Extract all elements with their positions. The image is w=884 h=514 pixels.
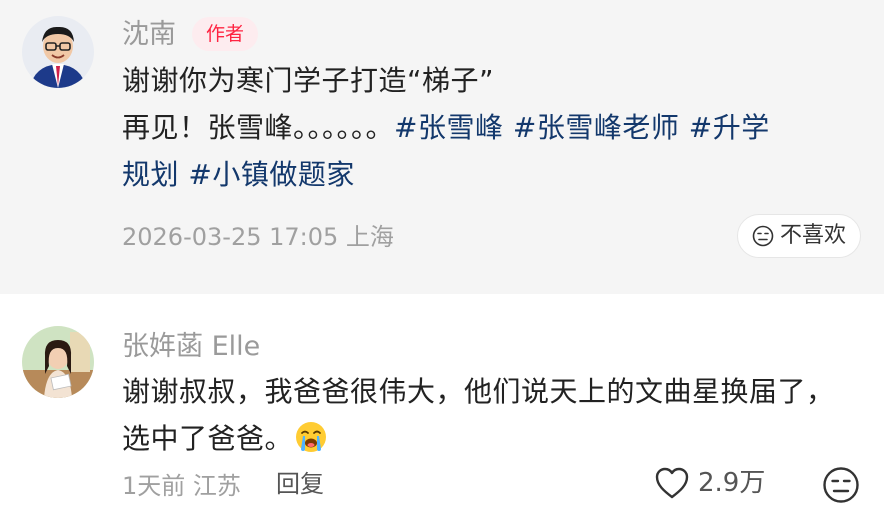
like-button[interactable]: 2.9万 bbox=[654, 466, 765, 500]
comment-text-plain: 再见！张雪峰。。。。。。 bbox=[122, 111, 395, 144]
hashtag-link[interactable]: #小镇做题家 bbox=[188, 158, 354, 191]
avatar-man-icon bbox=[22, 16, 94, 88]
author-comment-text: 谢谢你为寒门学子打造“梯子” 再见！张雪峰。。。。。。#张雪峰 #张雪峰老师 #… bbox=[122, 57, 862, 198]
hashtag-link[interactable]: #张雪峰老师 bbox=[513, 111, 679, 144]
author-badge: 作者 bbox=[192, 17, 258, 51]
heart-icon bbox=[655, 467, 689, 499]
comment-line: 谢谢你为寒门学子打造“梯子” bbox=[122, 64, 495, 97]
comment-time: 1天前 bbox=[122, 472, 186, 500]
reply-username[interactable]: 张姩菡 Elle bbox=[122, 333, 260, 360]
hashtag-link[interactable]: #张雪峰 bbox=[394, 111, 503, 144]
comment-timestamp: 2026-03-25 17:05 bbox=[122, 223, 339, 251]
dislike-label: 不喜欢 bbox=[779, 223, 846, 248]
reply-comment-text: 谢谢叔叔，我爸爸很伟大，他们说天上的文曲星换届了， 选中了爸爸。 bbox=[122, 368, 862, 462]
like-count: 2.9万 bbox=[698, 468, 766, 498]
comment-text-plain: 选中了爸爸。 bbox=[122, 422, 294, 455]
comment-line: 谢谢叔叔，我爸爸很伟大，他们说天上的文曲星换届了， bbox=[122, 375, 835, 408]
reply-button[interactable]: 回复 bbox=[276, 472, 324, 496]
hashtag-link[interactable]: #升学 bbox=[689, 111, 770, 144]
hashtag-link[interactable]: 规划 bbox=[122, 158, 179, 191]
author-comment-meta: 2026-03-25 17:05 上海 bbox=[122, 225, 394, 249]
neutral-face-icon bbox=[823, 467, 859, 503]
avatar-girl-icon bbox=[22, 326, 94, 398]
comment-location: 上海 bbox=[345, 223, 394, 251]
neutral-face-icon bbox=[752, 225, 774, 247]
author-username[interactable]: 沈南 bbox=[122, 21, 176, 48]
comment-line: 规划 #小镇做题家 bbox=[122, 151, 862, 198]
dislike-face-button[interactable] bbox=[822, 466, 860, 504]
author-avatar[interactable] bbox=[22, 16, 94, 88]
dislike-button[interactable]: 不喜欢 bbox=[737, 214, 861, 258]
comments-page: 沈南 作者 谢谢你为寒门学子打造“梯子” 再见！张雪峰。。。。。。#张雪峰 #张… bbox=[0, 0, 884, 514]
crying-face-emoji-icon bbox=[296, 422, 327, 452]
comment-line: 再见！张雪峰。。。。。。#张雪峰 #张雪峰老师 #升学 bbox=[122, 104, 862, 151]
comment-line: 选中了爸爸。 bbox=[122, 415, 862, 462]
comment-location: 江苏 bbox=[192, 472, 241, 500]
reply-comment-meta: 1天前 江苏 bbox=[122, 474, 241, 498]
author-comment: 沈南 作者 谢谢你为寒门学子打造“梯子” 再见！张雪峰。。。。。。#张雪峰 #张… bbox=[0, 0, 884, 294]
reply-avatar[interactable] bbox=[22, 326, 94, 398]
